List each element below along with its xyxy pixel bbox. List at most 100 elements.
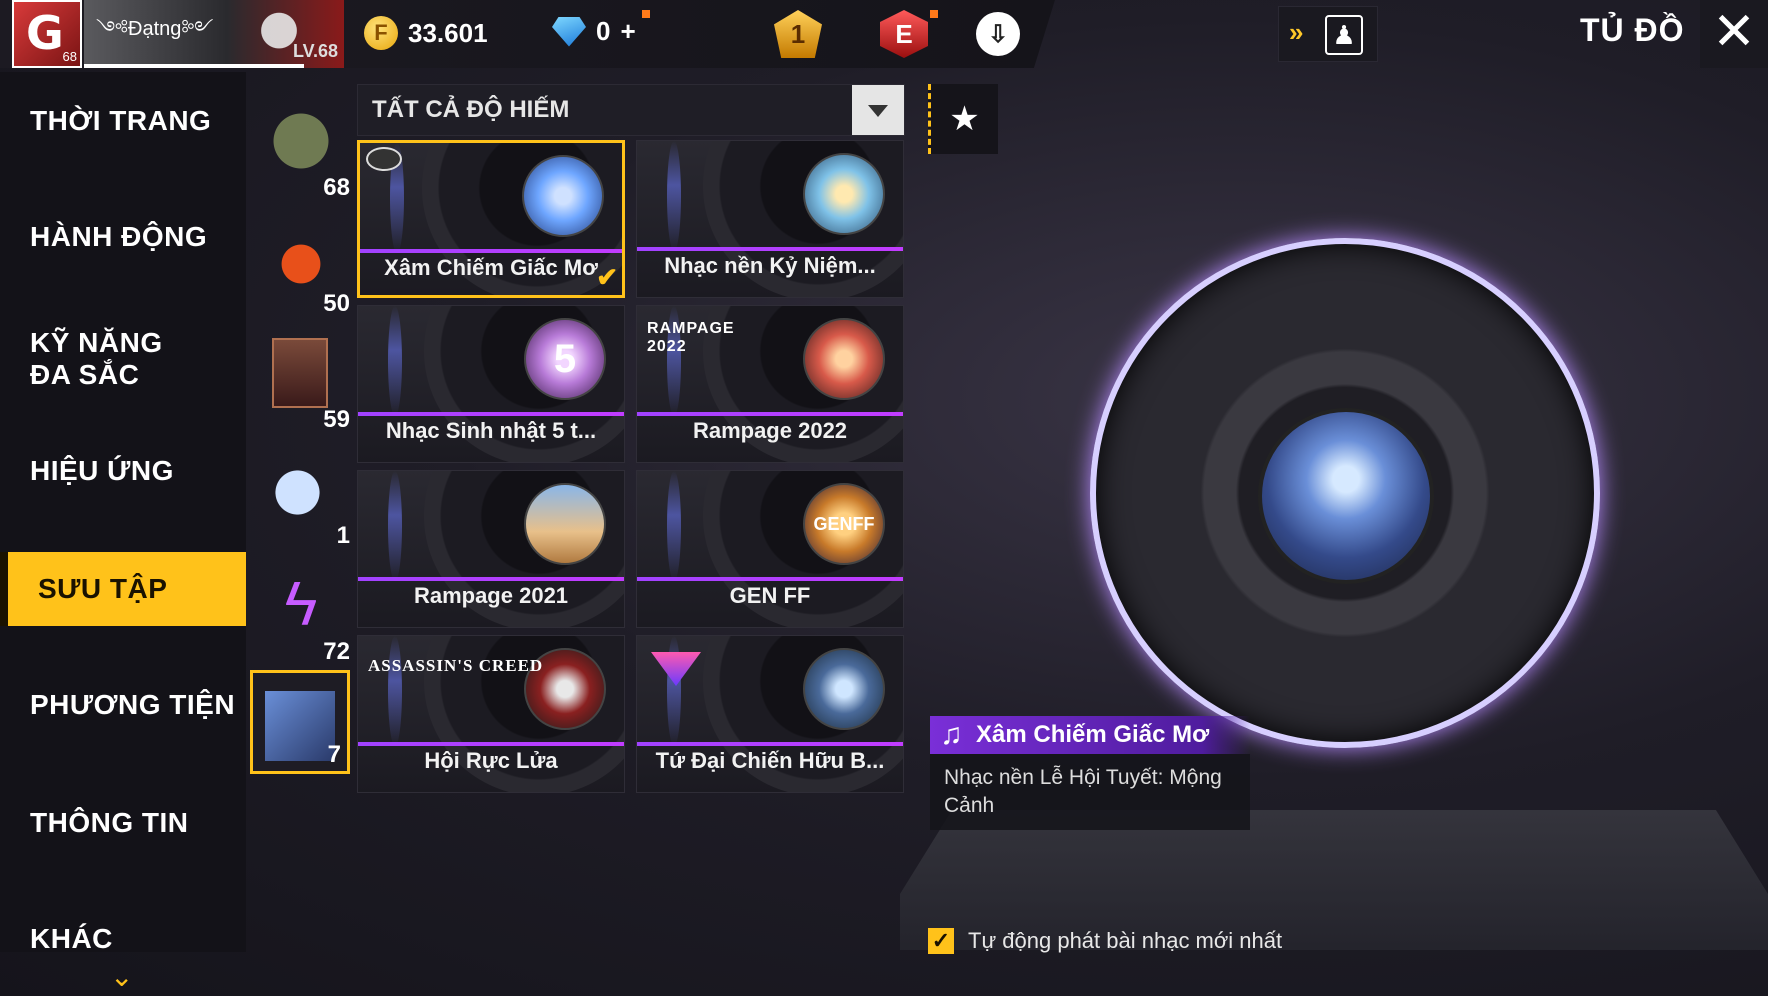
character-switch-button[interactable]: » ♟ [1278, 6, 1378, 62]
sidebar-item-collection[interactable]: SƯU TẬP [0, 552, 246, 626]
elite-pass-letter: E [895, 18, 913, 49]
subcategory-mascot[interactable]: 50 [246, 208, 356, 320]
album-cover [803, 648, 885, 730]
mascot-icon [266, 222, 336, 292]
rarity-bar [637, 247, 903, 251]
gold-amount: 33.601 [408, 17, 488, 48]
music-card-label: Nhạc nền Kỷ Niệm... [664, 253, 876, 278]
preview-title: Xâm Chiếm Giấc Mơ [976, 721, 1210, 748]
sidebar-item-label: PHƯƠNG TIỆN [30, 689, 236, 720]
sidebar-item-multicolor-skills[interactable]: KỸ NĂNG ĐA SẮC [0, 318, 200, 400]
album-cover: 5 [524, 318, 606, 400]
sidebar-item-fashion[interactable]: THỜI TRANG [0, 84, 246, 158]
sidebar-item-label: HÀNH ĐỘNG [30, 221, 208, 252]
music-card-label: Hội Rực Lửa [424, 748, 558, 773]
sidebar-item-label: SƯU TẬP [38, 573, 168, 604]
album-cover [522, 155, 604, 237]
autoplay-label: Tự động phát bài nhạc mới nhất [968, 928, 1283, 953]
music-card-label: Tứ Đại Chiến Hữu B... [655, 748, 885, 773]
rarity-bar [358, 577, 624, 581]
sidebar-item-label: HIỆU ỨNG [30, 455, 174, 486]
preview-description: Nhạc nền Lễ Hội Tuyết: Mộng Cảnh [930, 754, 1250, 830]
favorite-star-button[interactable]: ★ [928, 84, 998, 154]
emblem-icon [651, 652, 701, 686]
avatar-letter: G [26, 6, 64, 60]
sidebar-item-label: THỜI TRANG [30, 105, 212, 136]
music-card-label: GEN FF [729, 583, 811, 608]
subcategory-count: 50 [323, 290, 350, 317]
music-card[interactable]: Xâm Chiếm Giấc Mơ ✔ [357, 140, 625, 298]
subcategory-count: 1 [336, 522, 350, 549]
autoplay-checkbox[interactable]: ✓ [928, 928, 954, 954]
subcategory-count: 7 [327, 741, 341, 768]
music-card-label: Rampage 2021 [413, 583, 569, 608]
sidebar-item-actions[interactable]: HÀNH ĐỘNG [0, 200, 246, 274]
player-avatar[interactable]: G 68 [12, 0, 82, 68]
music-card[interactable]: GENFF GEN FF [636, 470, 904, 628]
avatar-card-icon [272, 338, 328, 408]
album-cover [803, 153, 885, 235]
music-note-icon: ♫ [940, 718, 963, 751]
gold-counter[interactable]: F 33.601 [364, 16, 488, 50]
album-cover-badge: GENFF [813, 514, 875, 534]
rarity-filter-dropdown[interactable]: TẤT CẢ ĐỘ HIẾM [357, 84, 905, 136]
subcategory-count: 68 [323, 174, 350, 201]
subcategory-count: 59 [323, 406, 350, 433]
star-icon: ★ [949, 100, 980, 138]
close-button[interactable]: ✕ [1700, 0, 1768, 68]
elite-notification-dot [930, 10, 938, 18]
music-card[interactable]: ASSASSIN'S CREED Hội Rực Lửa [357, 635, 625, 793]
player-name: ༺Đạtng༻ [96, 18, 214, 40]
music-card[interactable]: Nhạc nền Kỷ Niệm... [636, 140, 904, 298]
preview-title-bar: Xâm Chiếm Giấc Mơ [930, 716, 1250, 754]
music-card-label: Nhạc Sinh nhật 5 t... [385, 418, 597, 443]
disc-shine [388, 636, 402, 746]
rampage-logo: RAMPAGE 2022 [647, 320, 735, 355]
sidebar-item-info[interactable]: THÔNG TIN [0, 786, 246, 860]
feather-icon [266, 454, 336, 524]
album-cover [524, 483, 606, 565]
sidebar-item-label: KỸ NĂNG ĐA SẮC [30, 327, 163, 390]
sidebar-item-effects[interactable]: HIỆU ỨNG [0, 434, 246, 508]
preview-album-cover [1258, 408, 1434, 584]
rarity-bar [360, 249, 622, 253]
character-icon: ♟ [1325, 15, 1363, 55]
subcategory-feather[interactable]: 1 [246, 440, 356, 552]
subcategory-parachute[interactable]: 68 [246, 92, 356, 204]
album-cover [803, 318, 885, 400]
cloud-download-icon[interactable]: ⇩ [976, 12, 1020, 56]
album-cover-badge: 5 [553, 337, 577, 381]
subcategory-music-album[interactable]: 7 [250, 670, 350, 774]
autoplay-option[interactable]: ✓ Tự động phát bài nhạc mới nhất [928, 928, 1282, 954]
avatar-level: 68 [62, 49, 77, 64]
music-card[interactable]: RAMPAGE 2022 Rampage 2022 [636, 305, 904, 463]
diamond-counter[interactable]: 0 + [552, 16, 636, 47]
category-sidebar: THỜI TRANG HÀNH ĐỘNG KỸ NĂNG ĐA SẮC HIỆU… [0, 72, 246, 954]
music-card[interactable]: Tứ Đại Chiến Hữu B... [636, 635, 904, 793]
double-chevron-icon: » [1289, 17, 1304, 47]
music-album-icon [265, 691, 335, 761]
eye-icon [366, 147, 402, 171]
rarity-filter-label: TẤT CẢ ĐỘ HIẾM [372, 96, 570, 123]
subcategory-column: 68 50 59 1 ϟ 72 7 [246, 80, 356, 860]
rarity-bar [358, 412, 624, 416]
assassins-creed-logo: ASSASSIN'S CREED [368, 656, 544, 675]
music-card-label: Rampage 2022 [692, 418, 848, 443]
sidebar-item-vehicles[interactable]: PHƯƠNG TIỆN [0, 668, 246, 742]
rarity-bar [637, 412, 903, 416]
music-card[interactable]: Rampage 2021 [357, 470, 625, 628]
equipped-check-icon: ✔ [596, 262, 618, 292]
rarity-bar [358, 742, 624, 746]
subcategory-count: 72 [323, 638, 350, 665]
disc-shine [667, 141, 681, 251]
player-banner[interactable]: ༺Đạtng༻ LV.68 [84, 0, 344, 68]
diamond-add-button[interactable]: + [620, 16, 635, 47]
top-bar: G 68 ༺Đạtng༻ LV.68 F 33.601 0 + 1 E ⇩ » … [0, 0, 1768, 70]
chevron-down-icon[interactable]: ⌄ [110, 960, 133, 993]
chevron-down-icon[interactable] [852, 85, 904, 135]
subcategory-avatar-card[interactable]: 59 [246, 324, 356, 436]
diamond-notification-dot [642, 10, 650, 18]
subcategory-lightning[interactable]: ϟ 72 [246, 556, 356, 668]
music-card[interactable]: 5 Nhạc Sinh nhật 5 t... [357, 305, 625, 463]
sidebar-item-label: THÔNG TIN [30, 807, 189, 838]
